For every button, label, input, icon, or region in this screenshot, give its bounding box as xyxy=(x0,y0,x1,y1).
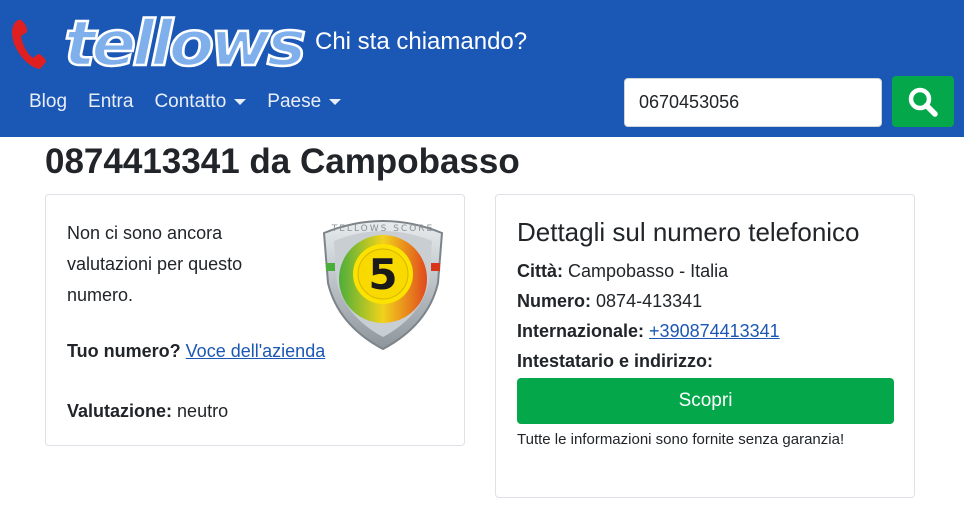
details-title: Dettagli sul numero telefonico xyxy=(517,217,860,247)
nav-login[interactable]: Entra xyxy=(88,91,133,113)
rating-line: Valutazione: neutro xyxy=(67,396,228,426)
phone-details-card: Dettagli sul numero telefonico Città: Ca… xyxy=(495,194,915,498)
number-line: Numero: 0874-413341 xyxy=(517,291,702,312)
rating-label: Valutazione: xyxy=(67,401,173,421)
international-label: Internazionale: xyxy=(517,321,645,341)
number-label: Numero: xyxy=(517,291,592,311)
company-entry-line: Tuo numero? Voce dell'azienda xyxy=(67,336,427,366)
search-button[interactable] xyxy=(892,76,954,127)
city-line: Città: Campobasso - Italia xyxy=(517,261,728,282)
page-title: 0874413341 da Campobasso xyxy=(45,142,520,181)
svg-text:tellows: tellows xyxy=(64,10,304,74)
top-navbar: tellows Chi sta chiamando? Blog Entra Co… xyxy=(0,0,964,137)
svg-text:TELLOWS SCORE: TELLOWS SCORE xyxy=(331,224,434,234)
tagline: Chi sta chiamando? xyxy=(315,28,528,55)
nav-country-dropdown[interactable]: Paese xyxy=(267,91,342,113)
owner-address-label: Intestatario e indirizzo: xyxy=(517,351,714,371)
number-value: 0874-413341 xyxy=(596,291,703,311)
caret-down-icon xyxy=(329,99,342,105)
svg-text:5: 5 xyxy=(368,250,397,299)
search-input[interactable] xyxy=(624,78,882,127)
nav-login-label: Entra xyxy=(88,91,134,112)
disclaimer-text: Tutte le informazioni sono fornite senza… xyxy=(517,431,845,448)
nav-contact-label: Contatto xyxy=(154,91,227,112)
city-label: Città: xyxy=(517,261,563,281)
rating-card: Non ci sono ancora valutazioni per quest… xyxy=(45,194,465,446)
international-number-link[interactable]: +390874413341 xyxy=(649,321,780,341)
nav-blog[interactable]: Blog xyxy=(29,91,67,113)
search-icon xyxy=(908,87,938,117)
tellows-score-badge: 5 TELLOWS SCORE xyxy=(322,220,444,351)
rating-value: neutro xyxy=(177,401,229,421)
nav-country-label: Paese xyxy=(267,91,322,112)
caret-down-icon xyxy=(234,99,247,105)
phone-icon xyxy=(12,20,46,69)
discover-button[interactable]: Scopri xyxy=(517,378,894,424)
owner-label: Tuo numero? xyxy=(67,341,181,361)
nav-blog-label: Blog xyxy=(29,91,68,112)
city-value: Campobasso - Italia xyxy=(568,261,729,281)
international-line: Internazionale: +390874413341 xyxy=(517,321,780,342)
company-entry-link[interactable]: Voce dell'azienda xyxy=(186,341,326,361)
main-nav: Blog Entra Contatto Paese xyxy=(29,91,362,113)
tellows-logo: tellows xyxy=(63,10,310,74)
nav-contact-dropdown[interactable]: Contatto xyxy=(154,91,247,113)
no-ratings-text: Non ci sono ancora valutazioni per quest… xyxy=(67,223,243,305)
